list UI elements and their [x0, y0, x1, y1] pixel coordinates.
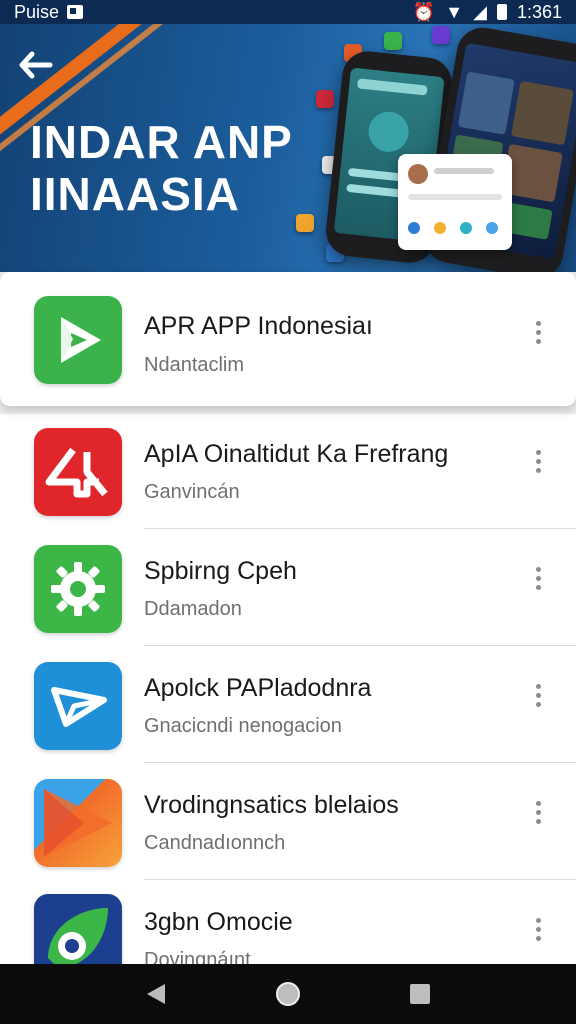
- status-bar: Puise ⏰ ▼ ◢ 1:361: [0, 0, 576, 24]
- alarm-icon: ⏰: [412, 1, 436, 22]
- divider: [144, 645, 576, 646]
- overflow-menu-button[interactable]: [528, 312, 548, 352]
- play-arrow-icon: [34, 779, 122, 867]
- square-recents-icon: [410, 984, 430, 1004]
- overflow-menu-button[interactable]: [528, 675, 548, 715]
- clock: 1:361: [516, 1, 562, 22]
- divider: [144, 762, 576, 763]
- list-item[interactable]: Spbirng Cpeh Ddamadon: [0, 531, 576, 648]
- app-title: APR APP Indonesiaı: [144, 312, 373, 340]
- nav-home-button[interactable]: [268, 974, 308, 1014]
- hero-title-line1: INDAR ANP: [30, 116, 293, 168]
- app-subtitle: Candnadıonnch: [144, 832, 286, 854]
- paper-plane-icon: [34, 662, 122, 750]
- arrow-left-icon: [19, 51, 53, 79]
- overflow-menu-button[interactable]: [528, 792, 548, 832]
- divider: [144, 528, 576, 529]
- system-nav-bar: [0, 964, 576, 1024]
- app-subtitle: Gnacicndi nenogacion: [144, 715, 342, 737]
- list-item[interactable]: Apolck PAPladodnra Gnacicndi nenogacion: [0, 648, 576, 765]
- overflow-menu-button[interactable]: [528, 441, 548, 481]
- overflow-menu-button[interactable]: [528, 909, 548, 949]
- list-item[interactable]: ApIA Oinaltidut Ka Frefrang Ganvincán: [0, 414, 576, 531]
- carrier-label: Puise: [14, 1, 60, 22]
- more-vert-icon: [535, 566, 541, 572]
- more-vert-icon: [535, 917, 541, 923]
- gear-icon: [34, 545, 122, 633]
- preview-card: [398, 154, 512, 250]
- app-title: 3gbn Omocie: [144, 908, 293, 936]
- eye-icon: [34, 894, 122, 966]
- app-list: ApIA Oinaltidut Ka Frefrang Ganvincán Sp…: [0, 414, 576, 966]
- app-subtitle: Ddamadon: [144, 598, 242, 620]
- ap-logo-icon: [34, 428, 122, 516]
- hero-title: INDAR ANP IINAASIA: [30, 116, 293, 220]
- signal-icon: ◢: [473, 1, 487, 22]
- back-button[interactable]: [18, 50, 58, 86]
- notification-icon: [67, 5, 84, 19]
- app-title: ApIA Oinaltidut Ka Frefrang: [144, 440, 449, 468]
- overflow-menu-button[interactable]: [528, 558, 548, 598]
- battery-icon: [496, 4, 507, 20]
- floating-app-icon: [296, 214, 314, 232]
- hero-banner: INDAR ANP IINAASIA: [0, 24, 576, 272]
- more-vert-icon: [535, 683, 541, 689]
- triangle-back-icon: [147, 984, 165, 1004]
- more-vert-icon: [535, 320, 541, 326]
- play-triangle-icon: [34, 296, 122, 384]
- hero-title-line2: IINAASIA: [30, 168, 240, 220]
- app-title: Spbirng Cpeh: [144, 557, 297, 585]
- list-item[interactable]: 3gbn Omocie Dovingnáınt: [0, 882, 576, 966]
- app-subtitle: Ganvincán: [144, 481, 240, 503]
- floating-app-icon: [384, 32, 402, 50]
- featured-app-card[interactable]: APR APP Indonesiaı Ndantaclim: [0, 272, 576, 406]
- nav-back-button[interactable]: [136, 974, 176, 1014]
- app-title: Vrodingnsatics blelaios: [144, 791, 399, 819]
- divider: [144, 879, 576, 880]
- list-item[interactable]: Vrodingnsatics blelaios Candnadıonnch: [0, 765, 576, 882]
- circle-home-icon: [276, 982, 300, 1006]
- floating-app-icon: [432, 26, 450, 44]
- floating-app-icon: [316, 90, 334, 108]
- nav-recents-button[interactable]: [400, 974, 440, 1014]
- more-vert-icon: [535, 449, 541, 455]
- app-title: Apolck PAPladodnra: [144, 674, 372, 702]
- wifi-icon: ▼: [445, 1, 464, 22]
- more-vert-icon: [535, 800, 541, 806]
- app-subtitle: Ndantaclim: [144, 354, 245, 376]
